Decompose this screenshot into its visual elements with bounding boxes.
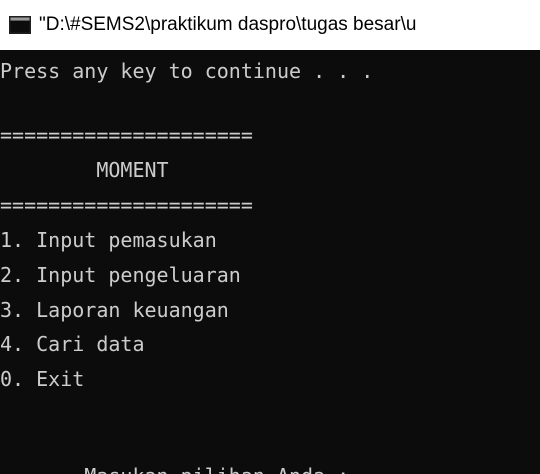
title-bar[interactable]: "D:\#SEMS2\praktikum daspro\tugas besar\… <box>0 0 540 50</box>
menu-item-cari-data: 4. Cari data <box>0 332 145 356</box>
continue-message: Press any key to continue . . . <box>0 59 374 83</box>
menu-item-laporan-keuangan: 3. Laporan keuangan <box>0 298 229 322</box>
window-title: "D:\#SEMS2\praktikum daspro\tugas besar\… <box>39 14 417 35</box>
input-prompt: Masukan pilihan Anda : <box>72 464 361 474</box>
separator-bottom: ===================== <box>0 193 253 217</box>
menu-item-exit: 0. Exit <box>0 367 85 391</box>
menu-item-input-pemasukan: 1. Input pemasukan <box>0 228 217 252</box>
input-prompt-line[interactable]: Masukan pilihan Anda : <box>0 427 379 474</box>
console-window-icon <box>9 16 31 34</box>
console-window: "D:\#SEMS2\praktikum daspro\tugas besar\… <box>0 0 540 474</box>
menu-header: MOMENT <box>0 158 169 182</box>
menu-item-input-pengeluaran: 2. Input pengeluaran <box>0 263 241 287</box>
console-output[interactable]: Press any key to continue . . . ========… <box>0 50 540 474</box>
separator-top: ===================== <box>0 123 253 147</box>
